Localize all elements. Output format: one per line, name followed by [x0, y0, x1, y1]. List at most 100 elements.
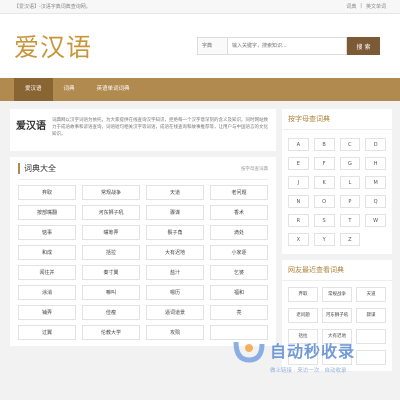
word-cell[interactable]: 老问题 [210, 185, 268, 200]
search-input[interactable] [227, 37, 347, 55]
search-category-select[interactable]: 字典 [197, 37, 227, 55]
word-cell[interactable]: 按部嘴翻 [18, 205, 76, 220]
alpha-index-card: 按字母查词典 A B C D E F G H J K L M N O P Q R… [282, 109, 392, 254]
letter-link[interactable]: F [313, 157, 335, 170]
dictionary-title: 词典大全 [18, 163, 56, 174]
word-cell[interactable]: 和成 [18, 245, 76, 260]
word-cell[interactable]: 嘛叫 [82, 285, 140, 300]
word-cell[interactable]: 攻殒 [146, 325, 204, 340]
word-cell[interactable]: 常规战争 [82, 185, 140, 200]
word-cell[interactable]: 嗯历 [146, 285, 204, 300]
word-cell[interactable]: 铺弄 [18, 305, 76, 320]
word-cell[interactable]: 涂消 [18, 285, 76, 300]
main-content: 爱汉语 词典网以汉字词语为依托，为大家提供在线查询汉字知识，拒绝每一个汉字意深刻… [0, 101, 400, 377]
right-sidebar: 按字母查词典 A B C D E F G H J K L M N O P Q R… [282, 109, 392, 377]
top-bar-links: 词典 | 英文单词 [346, 3, 386, 10]
letter-link[interactable]: H [365, 157, 386, 170]
letter-link[interactable]: G [339, 157, 361, 170]
word-cell[interactable]: 骤谋 [146, 205, 204, 220]
word-cell[interactable]: 秦寸翼 [82, 265, 140, 280]
recent-word-cell[interactable]: 括拉 [288, 329, 318, 344]
recent-word-cell[interactable]: 天道 [356, 287, 386, 302]
word-cell[interactable]: 河东狮子吼 [82, 205, 140, 220]
letter-link[interactable]: Y [313, 233, 335, 246]
intro-title: 爱汉语 [16, 121, 46, 132]
letter-link[interactable]: Z [339, 233, 361, 246]
word-cell[interactable]: 过翼 [18, 325, 76, 340]
dictionary-more-link[interactable]: 按字母查词典 [241, 166, 268, 172]
word-cell[interactable] [210, 325, 268, 340]
word-cell[interactable]: 伦教大学 [82, 325, 140, 340]
dictionary-header: 词典大全 按字母查词典 [18, 163, 268, 180]
letter-link[interactable]: S [313, 214, 335, 227]
word-cell[interactable]: 滴处 [210, 225, 268, 240]
letter-link[interactable]: T [339, 214, 361, 227]
word-cell[interactable]: 香术 [210, 205, 268, 220]
top-link-dictionary[interactable]: 词典 [346, 3, 356, 10]
word-cell[interactable]: 逼词道景 [146, 305, 204, 320]
word-cell[interactable]: 乞婆 [210, 265, 268, 280]
letter-link[interactable]: A [288, 138, 309, 151]
letter-link[interactable]: C [339, 138, 361, 151]
word-cell[interactable]: 弃取 [18, 185, 76, 200]
letter-link[interactable]: O [313, 195, 335, 208]
top-bar-tagline: 【爱汉语】-汉语字典词典查询网。 [14, 4, 91, 10]
recent-card: 网友最近查看词典 弃取 常规战争 天道 老问题 河东狮子吼 骤谋 括拉 大有迟地 [282, 260, 392, 371]
word-cell[interactable]: 括拉 [82, 245, 140, 260]
recent-word-cell[interactable]: 老问题 [288, 308, 318, 323]
search-button[interactable]: 搜 索 [347, 37, 380, 55]
alpha-index-title: 按字母查词典 [282, 109, 392, 130]
letter-link[interactable]: W [365, 214, 386, 227]
recent-word-cell[interactable]: 弃取 [288, 287, 318, 302]
recent-word-cell[interactable]: 河东狮子吼 [322, 308, 352, 323]
word-cell[interactable]: 俭瘦 [82, 305, 140, 320]
word-cell[interactable]: 盐汁 [146, 265, 204, 280]
word-cell[interactable]: 鬃子角 [146, 225, 204, 240]
top-bar: 【爱汉语】-汉语字典词典查询网。 词典 | 英文单词 [0, 0, 400, 14]
letter-link[interactable]: M [365, 176, 386, 189]
letter-link[interactable]: Q [365, 195, 386, 208]
letter-link[interactable]: R [288, 214, 309, 227]
word-cell[interactable]: 天道 [146, 185, 204, 200]
recent-word-cell[interactable]: 常规战争 [322, 287, 352, 302]
letter-link[interactable]: D [365, 138, 386, 151]
intro-text: 词典网以汉字词语为依托，为大家提供在线查询汉字知识，拒绝每一个汉字意深刻的含义及… [52, 118, 268, 137]
site-header: 爱汉语 字典 搜 索 [0, 14, 400, 78]
letter-link[interactable]: N [288, 195, 309, 208]
alpha-index-grid: A B C D E F G H J K L M N O P Q R S T W [282, 130, 392, 254]
letter-link[interactable]: E [288, 157, 309, 170]
nav-item-dictionary[interactable]: 词典 [53, 78, 86, 101]
recent-grid: 弃取 常规战争 天道 老问题 河东狮子吼 骤谋 括拉 大有迟地 [282, 281, 392, 371]
recent-word-cell[interactable]: 大有迟地 [322, 329, 352, 344]
letter-link[interactable]: L [339, 176, 361, 189]
recent-word-cell[interactable] [356, 329, 386, 344]
word-cell[interactable]: 小家逐 [210, 245, 268, 260]
main-nav: 爱汉语 词典 英语单词词典 [0, 78, 400, 101]
letter-link[interactable]: B [313, 138, 335, 151]
letter-link[interactable]: X [288, 233, 309, 246]
word-cell[interactable]: 亮 [210, 305, 268, 320]
word-cell[interactable]: 嘴筹弄 [82, 225, 140, 240]
nav-item-home[interactable]: 爱汉语 [14, 78, 53, 101]
top-link-separator: | [360, 3, 362, 9]
word-cell[interactable]: 福和 [210, 285, 268, 300]
recent-word-cell[interactable] [356, 350, 386, 365]
dictionary-grid: 弃取 常规战争 天道 老问题 按部嘴翻 河东狮子吼 骤谋 香术 惦事 嘴筹弄 鬃… [18, 185, 268, 340]
left-column: 爱汉语 词典网以汉字词语为依托，为大家提供在线查询汉字知识，拒绝每一个汉字意深刻… [10, 109, 276, 377]
letter-link[interactable]: K [313, 176, 335, 189]
site-logo[interactable]: 爱汉语 [14, 28, 92, 64]
recent-title: 网友最近查看词典 [282, 260, 392, 281]
dictionary-card: 词典大全 按字母查词典 弃取 常规战争 天道 老问题 按部嘴翻 河东狮子吼 骤谋… [10, 157, 276, 346]
search-box: 字典 搜 索 [197, 37, 380, 55]
intro-card: 爱汉语 词典网以汉字词语为依托，为大家提供在线查询汉字知识，拒绝每一个汉字意深刻… [10, 109, 276, 151]
top-link-english[interactable]: 英文单词 [366, 3, 386, 10]
recent-word-cell[interactable]: 骤谋 [356, 308, 386, 323]
recent-word-cell[interactable] [288, 350, 318, 365]
word-cell[interactable]: 闻往并 [18, 265, 76, 280]
nav-item-english-dictionary[interactable]: 英语单词词典 [86, 78, 141, 101]
word-cell[interactable]: 惦事 [18, 225, 76, 240]
word-cell[interactable]: 大有迟地 [146, 245, 204, 260]
recent-word-cell[interactable] [322, 350, 352, 365]
letter-link[interactable]: J [288, 176, 309, 189]
letter-link[interactable]: P [339, 195, 361, 208]
